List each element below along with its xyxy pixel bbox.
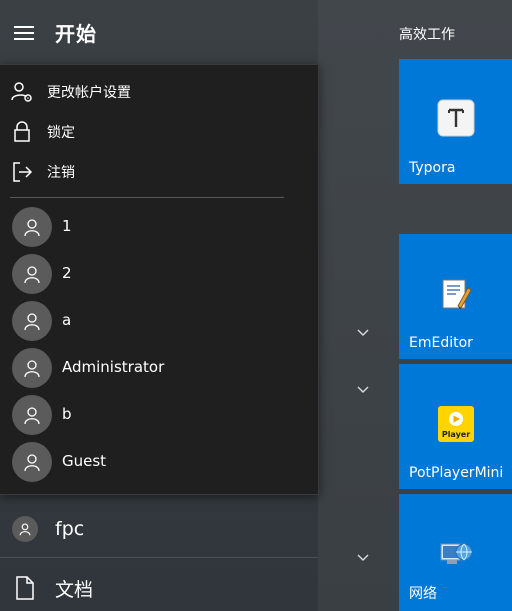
avatar	[12, 516, 38, 542]
sign-out-item[interactable]: 注销	[0, 153, 318, 191]
tile-label: PotPlayerMini	[409, 465, 504, 481]
menu-item-label: 锁定	[47, 125, 75, 141]
user-row[interactable]: 1	[0, 205, 318, 249]
documents-label: 文档	[55, 579, 94, 601]
document-icon	[14, 575, 36, 605]
hamburger-menu-icon[interactable]	[14, 26, 34, 40]
avatar	[12, 301, 52, 341]
chevron-down-icon[interactable]	[355, 549, 371, 565]
user-settings-icon	[10, 80, 34, 104]
start-title: 开始	[55, 22, 97, 46]
tile-typora[interactable]: Typora	[399, 59, 512, 184]
typora-icon	[437, 99, 475, 141]
user-row[interactable]: a	[0, 299, 318, 343]
tile-emeditor[interactable]: EmEditor	[399, 234, 512, 359]
account-menu: 更改帐户设置 锁定 注销 1 2 a Administrator b Guest	[0, 64, 319, 495]
user-name: 2	[62, 264, 72, 282]
tile-potplayermini[interactable]: Player PotPlayerMini	[399, 364, 512, 489]
tile-label: EmEditor	[409, 335, 473, 351]
lock-icon	[10, 120, 34, 144]
potplayer-icon: Player	[437, 405, 475, 447]
start-header: 开始	[0, 0, 318, 64]
chevron-down-icon[interactable]	[355, 381, 371, 397]
user-name: 1	[62, 217, 72, 235]
network-icon	[437, 536, 475, 578]
avatar	[12, 254, 52, 294]
menu-item-label: 注销	[47, 165, 75, 181]
menu-item-label: 更改帐户设置	[47, 85, 131, 101]
avatar	[12, 207, 52, 247]
avatar	[12, 442, 52, 482]
person-icon	[24, 313, 40, 331]
person-icon	[24, 454, 40, 472]
menu-divider	[10, 197, 284, 198]
lock-item[interactable]: 锁定	[0, 113, 318, 151]
person-icon	[24, 219, 40, 237]
change-account-settings-item[interactable]: 更改帐户设置	[0, 73, 318, 111]
user-row[interactable]: Guest	[0, 440, 318, 484]
tile-label: 网络	[409, 586, 437, 602]
user-row[interactable]: Administrator	[0, 346, 318, 390]
person-icon	[24, 360, 40, 378]
person-icon	[19, 523, 31, 536]
user-row[interactable]: b	[0, 393, 318, 437]
avatar	[12, 348, 52, 388]
rail-divider	[0, 557, 318, 558]
chevron-down-icon[interactable]	[355, 324, 371, 340]
tile-group-title: 高效工作	[399, 27, 455, 43]
user-name: b	[62, 405, 72, 423]
svg-text:Player: Player	[441, 430, 469, 439]
emeditor-icon	[440, 276, 472, 316]
current-user-name: fpc	[55, 518, 85, 540]
user-name: Administrator	[62, 358, 165, 376]
tile-network[interactable]: 网络	[399, 494, 512, 611]
person-icon	[24, 407, 40, 425]
user-name: Guest	[62, 452, 107, 470]
tile-label: Typora	[409, 160, 456, 176]
current-user-button[interactable]: fpc	[0, 506, 318, 550]
user-name: a	[62, 311, 72, 329]
documents-button[interactable]: 文档	[0, 567, 318, 611]
person-icon	[24, 266, 40, 284]
avatar	[12, 395, 52, 435]
user-row[interactable]: 2	[0, 252, 318, 296]
sign-out-icon	[10, 160, 34, 184]
